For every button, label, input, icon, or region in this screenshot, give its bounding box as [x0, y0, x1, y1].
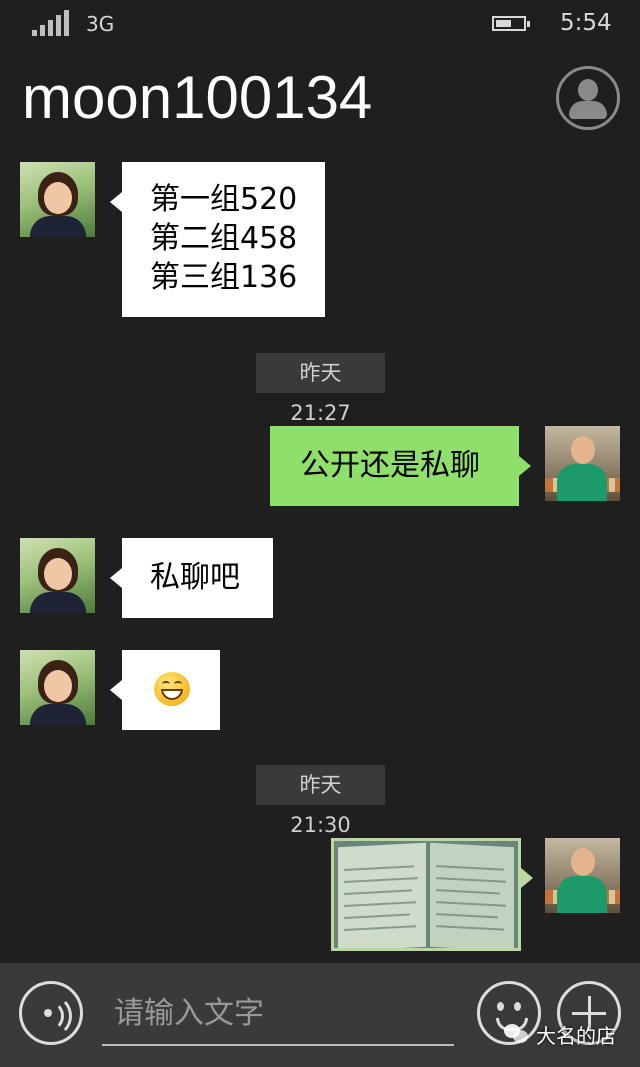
- contact-avatar[interactable]: [20, 162, 95, 237]
- message-line: 第二组458: [150, 221, 298, 256]
- outgoing-message-bubble[interactable]: 公开还是私聊: [270, 426, 531, 506]
- contact-name-title: moon100134: [22, 64, 373, 131]
- profile-button[interactable]: [556, 66, 620, 130]
- contact-avatar[interactable]: [20, 538, 95, 613]
- battery-icon: [492, 16, 530, 31]
- incoming-message-bubble[interactable]: 私聊吧: [110, 538, 273, 618]
- smiley-icon: [497, 1002, 504, 1011]
- my-avatar[interactable]: [545, 426, 620, 501]
- watermark-text: 大名的店: [536, 1024, 616, 1048]
- timestamp-divider: 昨天 21:30: [256, 765, 385, 837]
- message-input[interactable]: [102, 982, 454, 1046]
- signal-strength-icon: [32, 10, 72, 36]
- book-page-photo: [338, 842, 426, 948]
- wechat-logo-icon: [504, 1022, 530, 1044]
- message-line: 第一组520: [150, 182, 298, 217]
- grinning-face-emoji-icon: [154, 672, 190, 706]
- person-icon: [578, 79, 598, 101]
- voice-input-button[interactable]: [19, 981, 83, 1045]
- network-type: 3G: [86, 12, 115, 36]
- outgoing-image-message[interactable]: [331, 838, 521, 951]
- clock: 5:54: [560, 10, 612, 36]
- my-avatar[interactable]: [545, 838, 620, 913]
- message-text: 私聊吧: [150, 560, 240, 595]
- message-line: 第三组136: [150, 260, 298, 295]
- status-bar: 3G 5:54: [0, 0, 640, 48]
- contact-avatar[interactable]: [20, 650, 95, 725]
- timestamp-divider: 昨天 21:27: [256, 353, 385, 425]
- incoming-message-bubble[interactable]: 第一组520 第二组458 第三组136: [110, 162, 325, 317]
- incoming-emoji-bubble[interactable]: [110, 650, 220, 730]
- message-text: 公开还是私聊: [300, 448, 480, 483]
